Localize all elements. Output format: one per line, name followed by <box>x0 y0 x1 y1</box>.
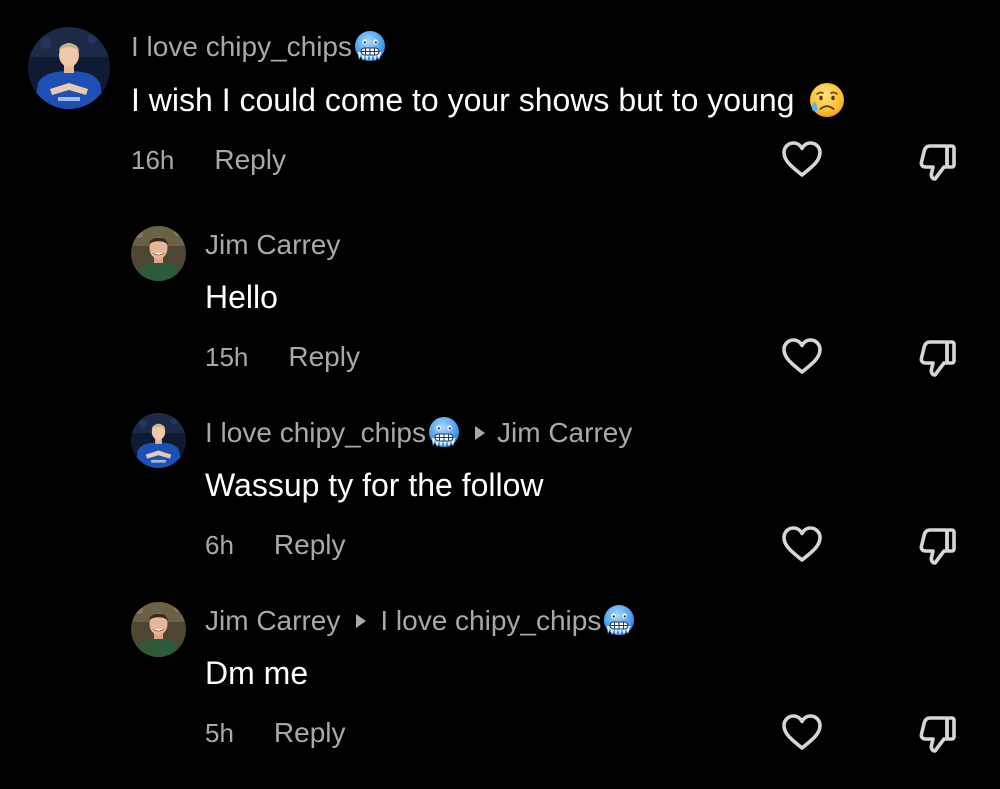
reply-to-name[interactable]: Jim Carrey <box>497 417 632 449</box>
reply-button[interactable]: Reply <box>288 341 360 373</box>
triangle-right-icon <box>475 426 486 440</box>
comment-author-name[interactable]: Jim Carrey <box>205 605 340 637</box>
comment-text: Wassup ty for the follow <box>205 466 544 503</box>
comment-author-name[interactable]: I love chipy_chips <box>131 31 352 63</box>
reply-button[interactable]: Reply <box>274 529 346 561</box>
comment-text: I wish I could come to your shows but to… <box>131 81 795 118</box>
comment-meta: 15h Reply <box>205 337 360 377</box>
comment-timestamp: 6h <box>205 529 234 560</box>
comment-author-line: I love chipy_chips <box>131 27 387 67</box>
heart-icon[interactable] <box>780 711 824 755</box>
triangle-right-icon <box>356 614 367 628</box>
thumbs-down-icon[interactable] <box>916 336 960 380</box>
comment-meta: 16h Reply <box>131 140 286 180</box>
comment-meta: 5h Reply <box>205 713 346 753</box>
avatar[interactable] <box>28 27 110 109</box>
comment-text: Dm me <box>205 654 309 691</box>
comment-text-line: Wassup ty for the follow <box>205 463 544 507</box>
comment-text-line: Hello <box>205 275 278 319</box>
comment-timestamp: 15h <box>205 341 249 372</box>
heart-icon[interactable] <box>780 335 824 379</box>
comment-author-line: Jim Carrey I love chipy_chips <box>205 601 636 641</box>
comment-text-line: I wish I could come to your shows but to… <box>131 78 846 122</box>
thumbs-down-icon[interactable] <box>916 524 960 568</box>
comment-author-name[interactable]: Jim Carrey <box>205 229 340 261</box>
avatar[interactable] <box>131 413 186 468</box>
freezing-face-emoji-icon <box>602 604 636 638</box>
reply-button[interactable]: Reply <box>274 717 346 749</box>
thumbs-down-icon[interactable] <box>916 140 960 184</box>
comment-meta: 6h Reply <box>205 525 346 565</box>
comment-timestamp: 5h <box>205 717 234 748</box>
comment-text-line: Dm me <box>205 651 308 695</box>
avatar[interactable] <box>131 226 186 281</box>
comment-author-line: I love chipy_chips Jim Carrey <box>205 413 632 453</box>
avatar[interactable] <box>131 602 186 657</box>
reply-button[interactable]: Reply <box>214 144 286 176</box>
thumbs-down-icon[interactable] <box>916 712 960 756</box>
heart-icon[interactable] <box>780 138 824 182</box>
heart-icon[interactable] <box>780 523 824 567</box>
comment-text: Hello <box>205 278 278 315</box>
comment-timestamp: 16h <box>131 144 175 175</box>
comment-author-name[interactable]: I love chipy_chips <box>205 417 426 449</box>
freezing-face-emoji-icon <box>427 416 461 450</box>
sad-relieved-face-emoji-icon <box>808 81 846 119</box>
freezing-face-emoji-icon <box>353 30 387 64</box>
reply-to-name[interactable]: I love chipy_chips <box>380 605 601 637</box>
comment-author-line: Jim Carrey <box>205 225 340 265</box>
